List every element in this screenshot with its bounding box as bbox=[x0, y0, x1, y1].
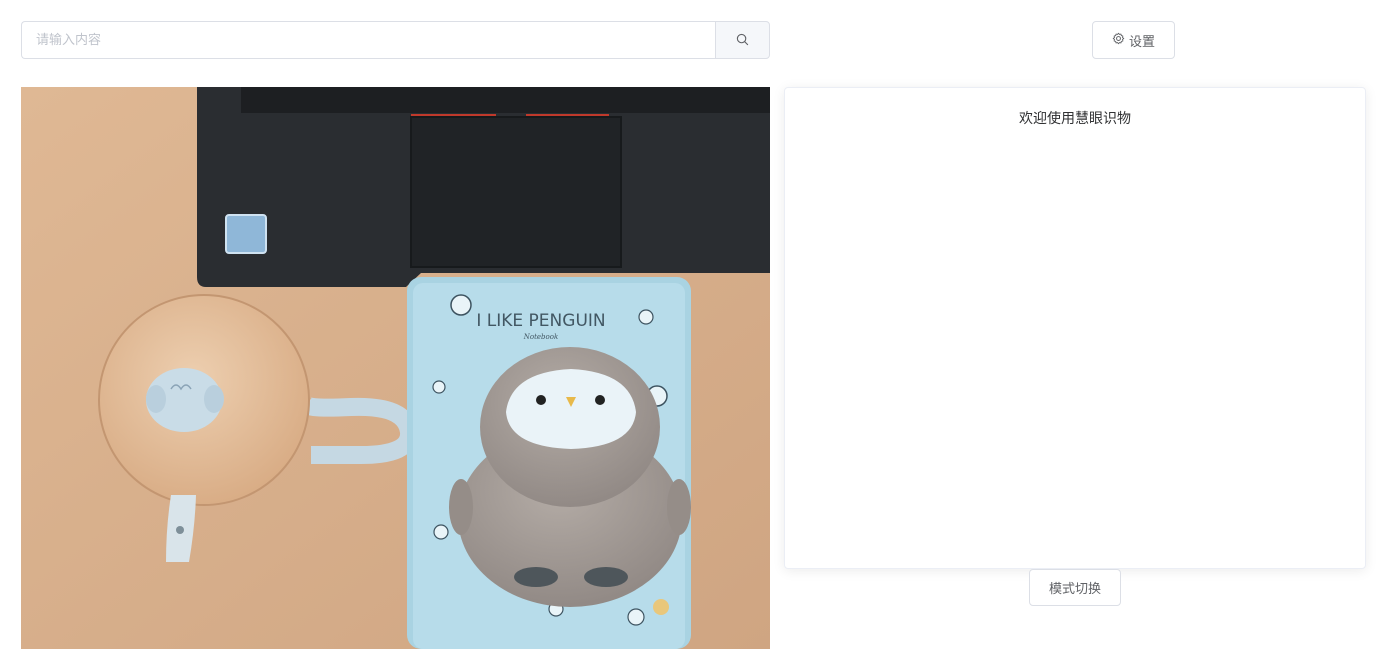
settings-label: 设置 bbox=[1128, 34, 1155, 50]
search-bar bbox=[21, 21, 770, 59]
search-input[interactable] bbox=[21, 21, 715, 59]
notebook-title: I LIKE PENGUIN bbox=[476, 311, 605, 331]
mode-switch-button[interactable]: 模式切换 bbox=[1029, 569, 1121, 606]
welcome-title: 欢迎使用慧眼识物 bbox=[1019, 111, 1131, 127]
settings-button[interactable]: 设置 bbox=[1092, 21, 1175, 59]
gear-icon bbox=[1112, 32, 1125, 49]
search-icon bbox=[736, 31, 749, 50]
camera-feed: I LIKE PENGUIN Notebook bbox=[21, 87, 770, 649]
search-button[interactable] bbox=[715, 21, 770, 59]
notebook-subtitle: Notebook bbox=[523, 333, 558, 341]
result-panel: 欢迎使用慧眼识物 bbox=[784, 87, 1366, 569]
